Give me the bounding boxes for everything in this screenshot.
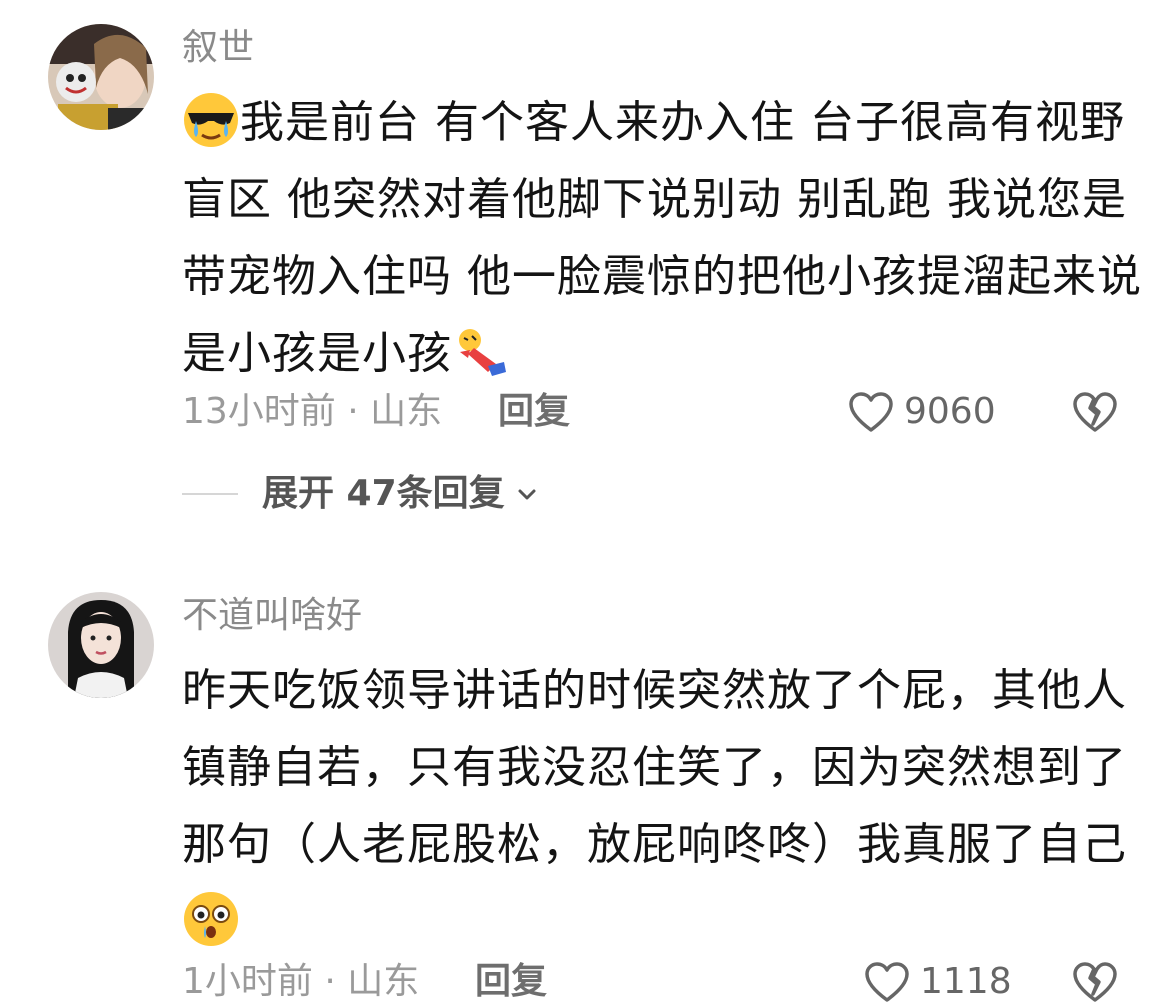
- like-count: 9060: [904, 391, 996, 432]
- reply-button[interactable]: 回复: [475, 960, 547, 1004]
- comment-line: 昨天吃饭领导讲话的时候突然放了个屁，其他人: [182, 665, 1127, 716]
- reply-button[interactable]: 回复: [498, 390, 570, 434]
- dislike-button[interactable]: [1072, 390, 1118, 434]
- astonished-face-emoji: [182, 890, 240, 948]
- like-count: 1118: [920, 961, 1012, 1002]
- comment-text: 我是前台 有个客人来办入住 台子很高有视野 盲区 他突然对着他脚下说别动 别乱跑…: [182, 84, 1142, 392]
- falling-person-emoji: [452, 322, 510, 380]
- dislike-button[interactable]: [1072, 960, 1118, 1004]
- comment-meta: 1小时前 · 山东: [182, 961, 420, 1002]
- comment-line: 是小孩是小孩: [182, 315, 1142, 392]
- like-button[interactable]: 1118: [864, 960, 1012, 1004]
- comment-line: 盲区 他突然对着他脚下说别动 别乱跑 我说您是: [182, 174, 1127, 225]
- username[interactable]: 不道叫啥好: [182, 594, 362, 638]
- broken-heart-icon: [1073, 962, 1117, 1002]
- heart-outline-icon: [865, 962, 909, 1002]
- broken-heart-icon: [1073, 392, 1117, 432]
- comment-line: [182, 883, 1142, 960]
- like-button[interactable]: 9060: [848, 390, 996, 434]
- avatar[interactable]: [48, 592, 154, 698]
- expand-replies-label: 展开 47条回复: [262, 473, 505, 514]
- comment-text: 昨天吃饭领导讲话的时候突然放了个屁，其他人 镇静自若，只有我没忍住笑了，因为突然…: [182, 652, 1142, 960]
- comment-meta: 13小时前 · 山东: [182, 391, 443, 432]
- comment-line: 那句（人老屁股松，放屁响咚咚）我真服了自己: [182, 819, 1127, 870]
- comment-line: 带宠物入住吗 他一脸震惊的把他小孩提溜起来说: [182, 251, 1142, 302]
- chevron-down-icon: [518, 489, 536, 500]
- expand-replies-button[interactable]: 展开 47条回复: [182, 472, 539, 516]
- comment-line: 我是前台 有个客人来办入住 台子很高有视野: [182, 84, 1142, 161]
- divider: [182, 493, 238, 495]
- heart-outline-icon: [849, 392, 893, 432]
- comment-line: 镇静自若，只有我没忍住笑了，因为突然想到了: [182, 742, 1127, 793]
- username[interactable]: 叙世: [182, 26, 254, 70]
- avatar[interactable]: [48, 24, 154, 130]
- sunglasses-tears-emoji: [182, 91, 240, 149]
